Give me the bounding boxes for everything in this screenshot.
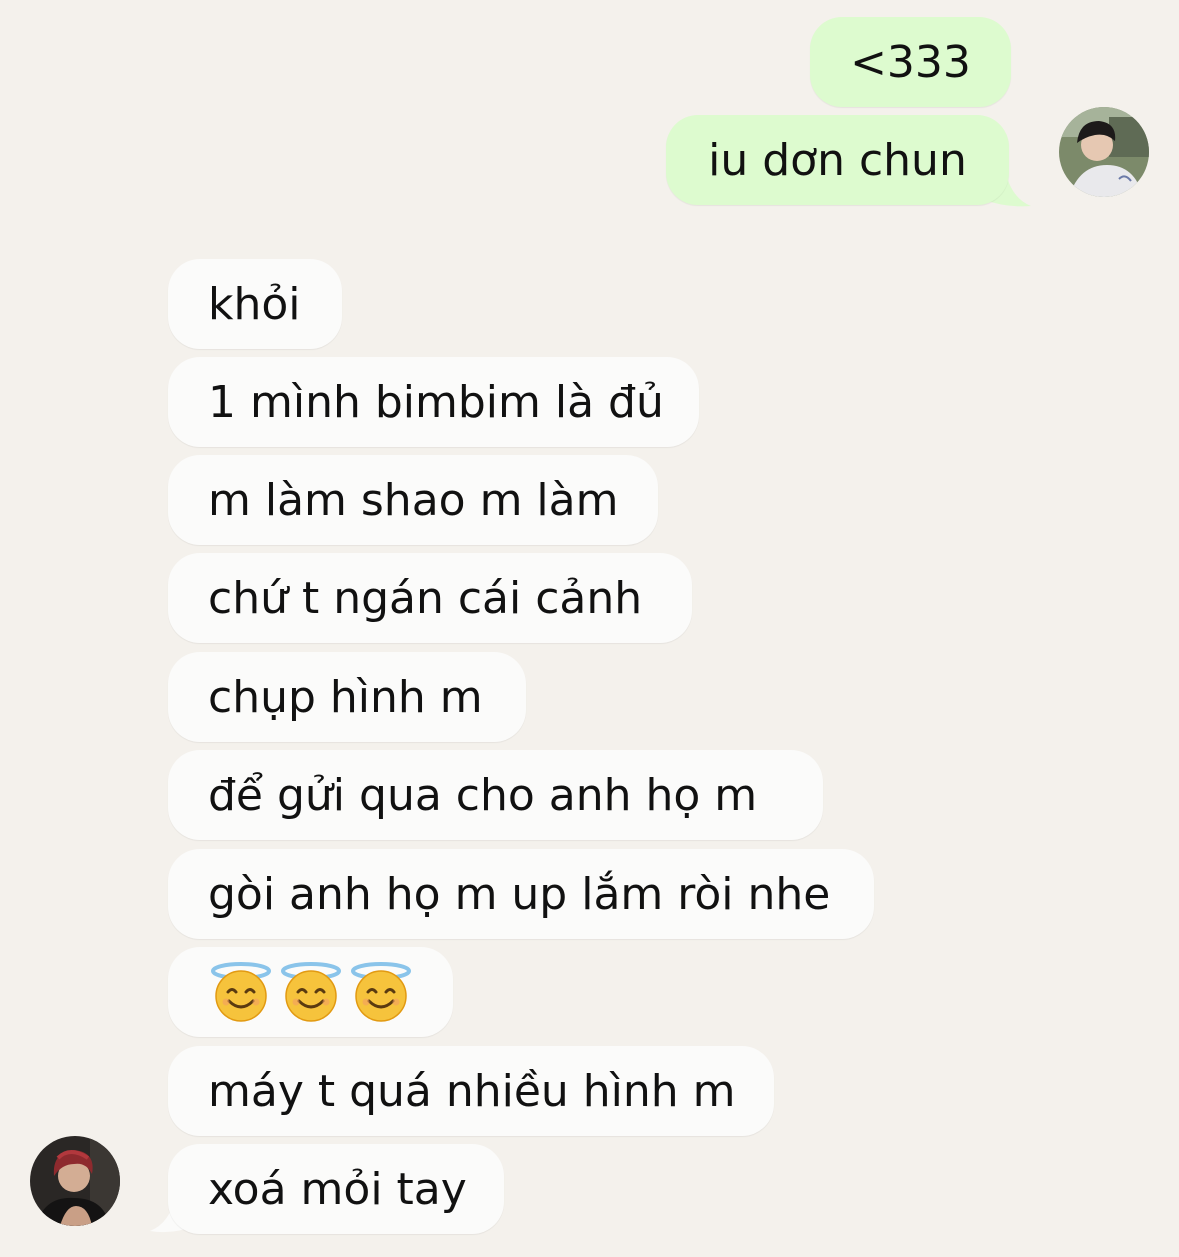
- incoming-message-bubble[interactable]: khỏi: [168, 259, 342, 349]
- incoming-message-bubble[interactable]: gòi anh họ m up lắm ròi nhe: [168, 849, 874, 939]
- message-text: khỏi: [208, 278, 301, 330]
- message-text: để gửi qua cho anh họ m: [208, 769, 758, 821]
- incoming-message-bubble[interactable]: chứ t ngán cái cảnh: [168, 553, 692, 643]
- message-text: máy t quá nhiều hình m: [208, 1065, 736, 1117]
- outgoing-message-bubble[interactable]: <333: [810, 17, 1011, 107]
- message-text: chụp hình m: [208, 671, 483, 723]
- message-text: xoá mỏi tay: [208, 1163, 467, 1215]
- incoming-message-bubble[interactable]: để gửi qua cho anh họ m: [168, 750, 823, 840]
- incoming-message-bubble[interactable]: xoá mỏi tay: [168, 1144, 504, 1234]
- self-avatar-photo-icon: [1059, 107, 1149, 197]
- message-text: m làm shao m làm: [208, 474, 619, 526]
- contact-avatar-photo-icon: [30, 1136, 120, 1226]
- smiling-face-with-halo-icon: [351, 962, 411, 1022]
- smiling-face-with-halo-icon: [281, 962, 341, 1022]
- incoming-message-bubble[interactable]: chụp hình m: [168, 652, 526, 742]
- incoming-message-bubble[interactable]: máy t quá nhiều hình m: [168, 1046, 774, 1136]
- contact-avatar[interactable]: [30, 1136, 120, 1226]
- smiling-face-with-halo-icon: [211, 962, 271, 1022]
- message-text: iu dơn chun: [708, 134, 967, 186]
- message-text: gòi anh họ m up lắm ròi nhe: [208, 868, 831, 920]
- incoming-message-bubble[interactable]: 1 mình bimbim là đủ: [168, 357, 699, 447]
- message-text: <333: [850, 36, 971, 88]
- outgoing-message-bubble[interactable]: iu dơn chun: [666, 115, 1009, 205]
- incoming-emoji-bubble[interactable]: [168, 947, 453, 1037]
- incoming-message-bubble[interactable]: m làm shao m làm: [168, 455, 658, 545]
- emoji-row: [210, 961, 412, 1023]
- chat-screen: { "colors": { "background": "#f4f1ec", "…: [0, 0, 1179, 1257]
- self-avatar[interactable]: [1059, 107, 1149, 197]
- message-text: chứ t ngán cái cảnh: [208, 572, 643, 624]
- message-text: 1 mình bimbim là đủ: [208, 376, 664, 428]
